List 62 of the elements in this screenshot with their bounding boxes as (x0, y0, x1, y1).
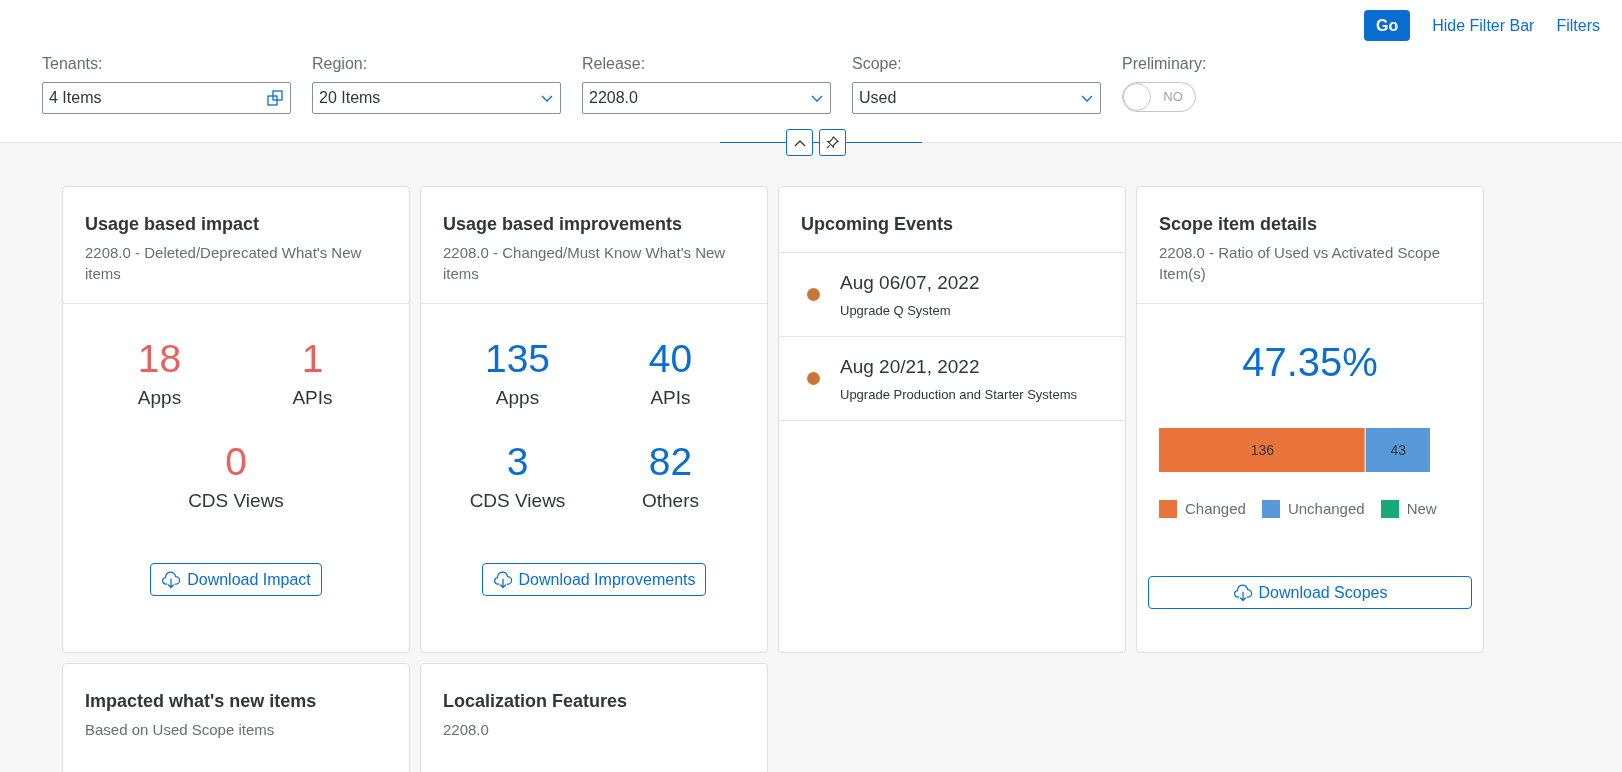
filter-label: Scope: (852, 54, 903, 74)
event-date: Aug 20/21, 2022 (840, 354, 981, 379)
cloud-download-icon (1232, 582, 1253, 603)
event-description: Upgrade Q System (840, 302, 952, 320)
metric-label: CDS Views (469, 488, 566, 513)
card-title: Impacted what's new items (85, 690, 318, 713)
bar-value-label: 43 (1390, 442, 1407, 458)
select-field[interactable]: Used (852, 82, 1101, 114)
card-subtitle: 2208.0 - Deleted/Deprecated What's New items (85, 243, 363, 284)
event-description: Upgrade Production and Starter Systems (840, 386, 1077, 404)
card-subtitle: 2208.0 (443, 720, 490, 740)
card-subtitle: Based on Used Scope items (85, 720, 276, 740)
hide-filter-bar-button[interactable]: Hide Filter Bar (1432, 13, 1535, 38)
percent-value: 47.35% (1241, 339, 1379, 386)
legend-label: Changed (1185, 499, 1246, 519)
filter-label: Tenants: (42, 54, 104, 74)
legend-label: Unchanged (1287, 499, 1365, 519)
pin-icon (825, 135, 840, 150)
metric-value: 1 (301, 336, 324, 382)
bar-value-label: 136 (1250, 442, 1274, 458)
metric-value: 135 (484, 336, 551, 382)
metric-label: Apps (137, 386, 182, 410)
toggle-switch[interactable]: NO (1122, 82, 1196, 112)
event-item[interactable]: Aug 20/21, 2022 Upgrade Production and Starter Systems (779, 337, 1125, 421)
collapse-button[interactable] (786, 129, 813, 156)
card-title: Scope item details (1159, 213, 1319, 236)
filter-label: Region: (312, 54, 369, 74)
metric-label: CDS Views (188, 488, 284, 513)
card-subtitle: 2208.0 - Ratio of Used vs Activated Scope Item(s) (1159, 243, 1441, 284)
card-title: Usage based improvements (443, 213, 684, 236)
metric-value: 40 (648, 336, 693, 382)
multi-input-field[interactable]: 4 Items (42, 82, 291, 114)
card-title: Upcoming Events (801, 213, 955, 236)
metric-value: 82 (648, 438, 693, 485)
filter-label: Release: (582, 54, 647, 74)
metric-label: APIs (292, 386, 333, 410)
metric-value: 3 (506, 438, 529, 485)
event-item[interactable]: Aug 06/07, 2022 Upgrade Q System (779, 253, 1125, 337)
value-help-icon (266, 89, 284, 107)
filters-button[interactable]: Filters (1556, 13, 1600, 38)
metric-value: 0 (225, 438, 247, 485)
go-button[interactable]: Go (1363, 10, 1411, 41)
download-button[interactable]: Download Scopes (1148, 576, 1472, 609)
legend-label: New (1406, 499, 1437, 519)
select-field[interactable]: 2208.0 (582, 82, 831, 114)
cloud-download-icon (492, 569, 513, 590)
download-button[interactable]: Download Impact (150, 563, 322, 596)
filter-label: Preliminary: (1122, 54, 1208, 74)
download-button[interactable]: Download Improvements (481, 563, 707, 596)
card-title: Localization Features (443, 690, 629, 713)
switch-handle (1123, 83, 1151, 111)
metric-label: APIs (650, 386, 691, 410)
pin-button[interactable] (819, 129, 846, 156)
select-field[interactable]: 20 Items (312, 82, 561, 114)
switch-state: NO (1162, 88, 1184, 107)
cloud-download-icon (161, 569, 182, 590)
card-subtitle: 2208.0 - Changed/Must Know What's New items (443, 243, 727, 284)
card-title: Usage based impact (85, 213, 261, 236)
metric-label: Apps (495, 386, 540, 410)
metric-label: Others (642, 488, 699, 513)
metric-value: 18 (137, 336, 182, 382)
event-date: Aug 06/07, 2022 (840, 270, 980, 295)
